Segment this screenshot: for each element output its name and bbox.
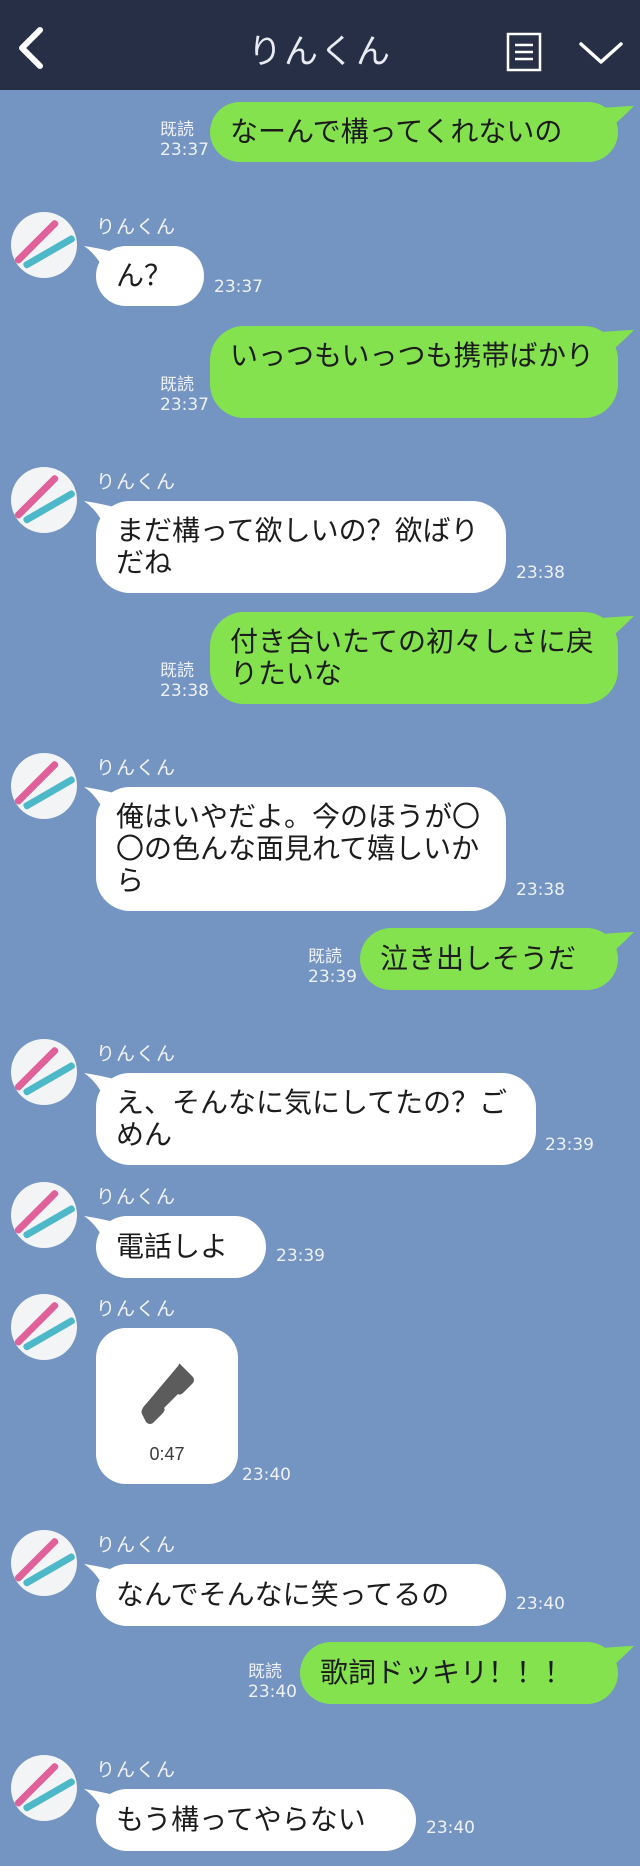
message-time: 23:38 (160, 681, 209, 701)
bubble-tail (84, 246, 114, 270)
message-time: 23:39 (308, 967, 357, 987)
contact-name: りんくん (96, 1534, 177, 1556)
pens-avatar-icon (14, 1538, 75, 1587)
read-receipt: 既読 23:37 (160, 120, 209, 160)
message-time: 23:39 (276, 1246, 325, 1266)
bubble-tail (84, 1073, 114, 1097)
call-duration: 0:47 (149, 1444, 185, 1464)
message-time: 23:37 (214, 277, 263, 297)
contact-name: りんくん (96, 471, 177, 493)
contact-name: りんくん (96, 1759, 177, 1781)
contact-name: りんくん (96, 1043, 177, 1065)
message-text: まだ構って欲しいの？欲ばりだね (116, 514, 479, 579)
message-text: え、そんなに気にしてたの？ごめん (116, 1086, 508, 1151)
pens-avatar-icon (14, 475, 75, 524)
message-bubble-incoming[interactable]: 電話しよ (84, 1216, 266, 1278)
message-bubble-outgoing[interactable]: 付き合いたての初々しさに戻りたいな (210, 612, 634, 704)
message-time: 23:38 (516, 563, 565, 583)
read-receipt: 既読 23:38 (160, 661, 209, 701)
bubble-tail (84, 787, 114, 811)
message-time: 23:40 (242, 1465, 291, 1485)
chevron-down-icon[interactable] (578, 38, 624, 68)
message-time: 23:39 (545, 1135, 594, 1155)
call-message-bubble[interactable]: 0:47 (96, 1328, 238, 1484)
bubble-tail (84, 1216, 114, 1240)
contact-avatar[interactable] (11, 1182, 77, 1248)
contact-avatar[interactable] (11, 1294, 77, 1360)
read-label: 既読 (308, 947, 342, 967)
contact-name: りんくん (96, 216, 177, 238)
message-bubble-outgoing[interactable]: いっつもいっつも携帯ばかり (210, 326, 634, 418)
chat-header: りんくん (0, 0, 640, 90)
read-label: 既読 (248, 1662, 282, 1682)
pens-avatar-icon (14, 1302, 75, 1351)
message-time: 23:37 (160, 395, 209, 415)
contact-avatar[interactable] (11, 1755, 77, 1821)
message-bubble-incoming[interactable]: まだ構って欲しいの？欲ばりだね (84, 501, 506, 593)
read-receipt: 既読 23:39 (308, 947, 357, 987)
contact-name: りんくん (96, 1298, 177, 1320)
chat-screen: りんくん 既読 23:37 なーんで構ってくれないの りんくん ん？ 23:37… (0, 0, 640, 1866)
message-bubble-incoming[interactable]: え、そんなに気にしてたの？ごめん (84, 1073, 536, 1165)
pens-avatar-icon (14, 1190, 75, 1239)
message-bubble-incoming[interactable]: もう構ってやらない (84, 1789, 416, 1851)
bubble-tail (84, 501, 114, 525)
read-receipt: 既読 23:40 (248, 1662, 297, 1702)
pens-avatar-icon (14, 1763, 75, 1812)
contact-avatar[interactable] (11, 753, 77, 819)
bubble-tail (602, 932, 634, 958)
message-text: 歌詞ドッキリ！！！ (320, 1656, 573, 1689)
read-label: 既読 (160, 375, 194, 395)
message-time: 23:38 (516, 880, 565, 900)
contact-avatar[interactable] (11, 1039, 77, 1105)
message-text: 俺はいやだよ。今のほうが〇〇の色んな面見れて嬉しいから (116, 800, 481, 897)
message-text: 付き合いたての初々しさに戻りたいな (230, 625, 595, 690)
read-label: 既読 (160, 661, 194, 681)
chat-title: りんくん (248, 32, 392, 72)
message-text: いっつもいっつも携帯ばかり (230, 339, 595, 372)
message-bubble-incoming[interactable]: 俺はいやだよ。今のほうが〇〇の色んな面見れて嬉しいから (84, 787, 506, 911)
phone-icon (141, 1363, 194, 1424)
message-bubble-outgoing[interactable]: 泣き出しそうだ (360, 928, 634, 990)
pens-avatar-icon (14, 220, 75, 269)
message-time: 23:40 (516, 1594, 565, 1614)
read-label: 既読 (160, 120, 194, 140)
message-text: ん？ (116, 259, 173, 292)
contact-avatar[interactable] (11, 1530, 77, 1596)
message-bubble-outgoing[interactable]: なーんで構ってくれないの (210, 102, 634, 162)
contact-avatar[interactable] (11, 467, 77, 533)
message-text: もう構ってやらない (116, 1803, 366, 1836)
message-bubble-incoming[interactable]: なんでそんなに笑ってるの (84, 1564, 506, 1626)
message-text: なんでそんなに笑ってるの (116, 1578, 450, 1611)
message-time: 23:37 (160, 140, 209, 160)
message-text: なーんで構ってくれないの (230, 115, 563, 148)
pens-avatar-icon (14, 761, 75, 810)
contact-avatar[interactable] (11, 212, 77, 278)
message-bubble-incoming[interactable]: ん？ (84, 246, 204, 306)
bubble-tail (602, 106, 634, 132)
contact-name: りんくん (96, 757, 177, 779)
bubble-tail (602, 330, 634, 356)
message-bubble-outgoing[interactable]: 歌詞ドッキリ！！！ (300, 1642, 634, 1704)
bubble-tail (602, 1646, 634, 1672)
bubble-tail (84, 1564, 114, 1588)
message-time: 23:40 (248, 1682, 297, 1702)
read-receipt: 既読 23:37 (160, 375, 209, 415)
message-text: 電話しよ (116, 1230, 229, 1263)
message-time: 23:40 (426, 1818, 475, 1838)
message-text: 泣き出しそうだ (380, 942, 577, 975)
bubble-tail (602, 616, 634, 642)
bubble-tail (84, 1789, 114, 1813)
notes-icon[interactable] (506, 32, 542, 72)
pens-avatar-icon (14, 1047, 75, 1096)
contact-name: りんくん (96, 1186, 177, 1208)
